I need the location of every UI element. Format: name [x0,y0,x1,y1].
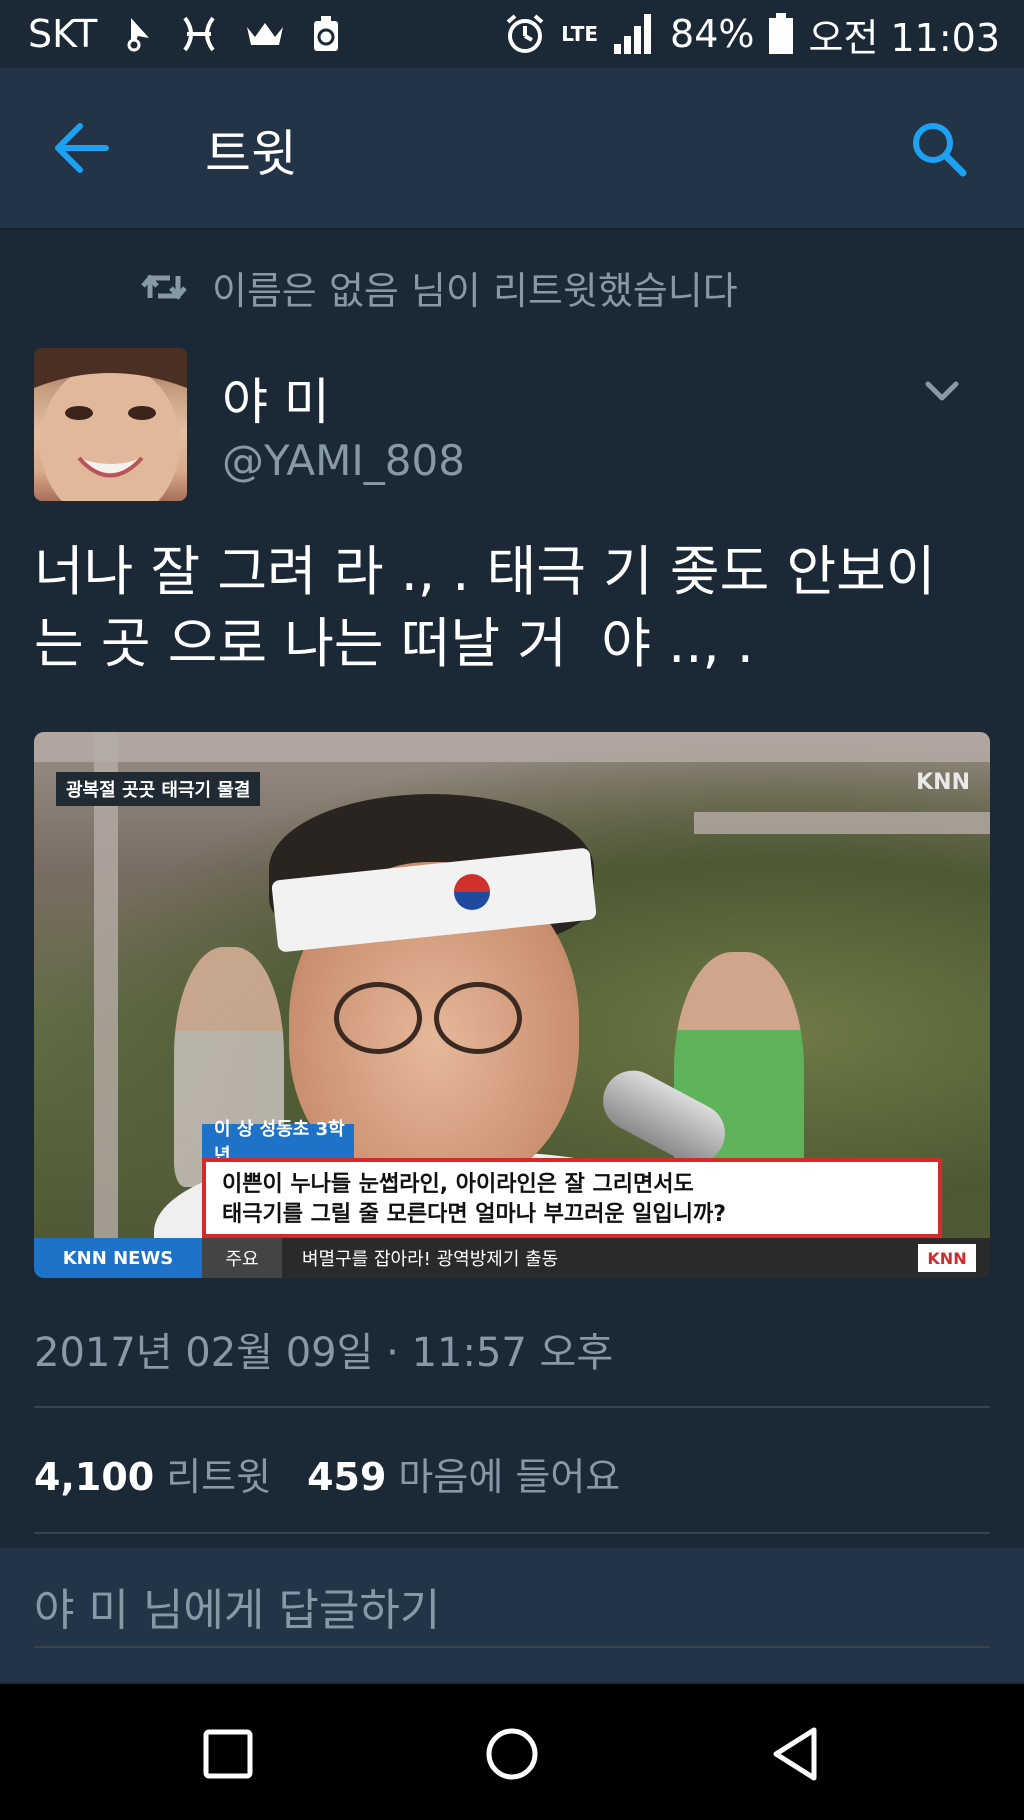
avatar-face-illustration [34,348,187,501]
back-nav-button[interactable] [764,1722,828,1786]
tweet-options-button[interactable] [922,376,962,406]
media-channel-logo: KNN [916,770,970,795]
signal-icon [612,12,656,56]
search-button[interactable] [910,120,968,178]
carrier-label: SKT [28,12,98,56]
avatar[interactable] [34,348,187,501]
status-bar-right: LTE 84% 오전 11:03 [503,0,1000,68]
ticker-text: 벼멸구를 잡아라! 광역방제기 출동 [302,1249,559,1270]
retweet-context[interactable]: 이름은 없음 님이 리트윗했습니다 [140,262,738,313]
media-ticker: KNN NEWS 주요 벼멸구를 잡아라! 광역방제기 출동 KNN [34,1238,990,1278]
chevron-down-icon [925,381,959,401]
status-bar: SKT LTE 84% 오전 11:03 [0,0,1024,68]
reply-input[interactable]: 야 미 님에게 답글하기 [34,1566,990,1648]
media-name-tag: 이 상 성동초 3학년 [202,1119,354,1166]
media-glasses [334,982,422,1054]
tweet-timestamp: 2017년 02월 09일 · 11:57 오후 [34,1330,614,1376]
back-button[interactable] [52,120,112,176]
author-handle[interactable]: @YAMI_808 [222,436,465,485]
network-label: LTE [561,22,599,46]
lte-icon: LTE [561,24,598,44]
home-button[interactable] [480,1722,544,1786]
tweet-media[interactable]: 광복절 곳곳 태극기 물결 KNN 이 상 성동초 3학년 이쁜이 누나들 눈썹… [34,732,990,1278]
home-icon [486,1728,538,1780]
taegeuk-icon [454,874,490,910]
ticker-brand: KNN NEWS [34,1238,202,1278]
divider [34,1532,990,1534]
like-label[interactable]: 마음에 들어요 [398,1446,620,1501]
system-nav-bar [0,1684,1024,1820]
recent-apps-icon [203,1729,253,1779]
crown-icon [245,19,285,49]
status-bar-left: SKT [28,0,341,68]
tweet-text: 너나 잘 그려 라 ., . 태극 기 좆도 안보이 는 곳 으로 나는 떠날 … [34,540,936,675]
pisces-icon [179,16,219,52]
media-pillar [94,732,118,1278]
alarm-icon [503,12,547,56]
retweet-count[interactable]: 4,100 [34,1455,154,1499]
battery-icon [768,13,794,55]
page-title: 트윗 [205,125,297,183]
ticker-tag: 주요 [202,1238,282,1278]
retweet-icon [141,274,187,300]
media-rail [694,812,990,834]
battery-percent: 84% [670,12,755,56]
like-count[interactable]: 459 [307,1455,386,1499]
ticker-logo: KNN [918,1244,976,1272]
reply-area: 야 미 님에게 답글하기 [0,1548,1024,1682]
recent-apps-button[interactable] [196,1722,260,1786]
top-app-bar: 트윗 [0,68,1024,230]
media-subtitle: 이쁜이 누나들 눈썹라인, 아이라인은 잘 그리면서도 태극기를 그릴 줄 모른… [202,1158,942,1238]
media-glasses [434,982,522,1054]
media-beam [34,732,990,762]
arrow-left-icon [55,123,109,173]
navigation-icon [123,16,153,52]
search-icon [913,123,967,177]
recycle-icon [311,15,341,53]
media-top-caption: 광복절 곳곳 태극기 물결 [56,772,261,806]
author-name[interactable]: 야 미 [222,362,330,434]
clock: 오전 11:03 [808,15,1000,60]
tweet-stats: 4,100 리트윗 459 마음에 들어요 [34,1446,620,1501]
retweet-label[interactable]: 리트윗 [166,1446,271,1501]
back-triangle-icon [773,1727,817,1781]
divider [34,1406,990,1408]
retweet-context-text: 이름은 없음 님이 리트윗했습니다 [212,268,738,313]
